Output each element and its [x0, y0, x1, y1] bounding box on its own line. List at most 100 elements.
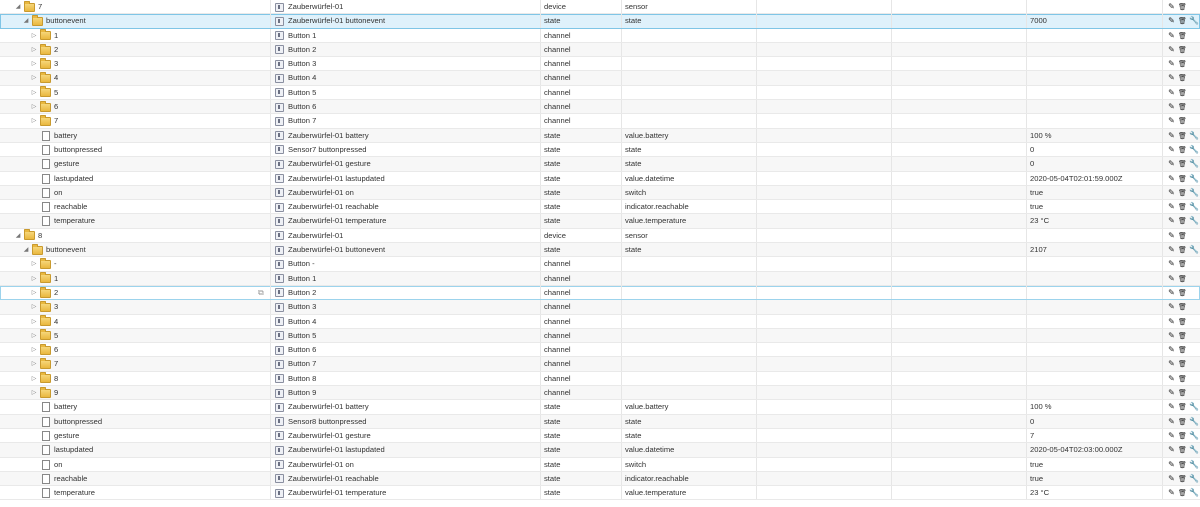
- tree-row[interactable]: reachable Zauberwürfel-01 reachable state i…: [0, 471, 1200, 487]
- trash-icon[interactable]: 🗑: [1178, 173, 1187, 185]
- pencil-icon[interactable]: ✎: [1167, 214, 1176, 227]
- trash-icon[interactable]: 🗑: [1178, 58, 1187, 70]
- wrench-icon[interactable]: 🔧: [1189, 143, 1199, 156]
- pencil-icon[interactable]: ✎: [1167, 443, 1176, 456]
- wrench-icon[interactable]: 🔧: [1189, 157, 1199, 170]
- tree-row[interactable]: ▷ 6 Button 6 channel ✎ 🗑: [0, 100, 1200, 115]
- pencil-icon[interactable]: ✎: [1167, 29, 1176, 42]
- tree-row[interactable]: ▷ 1 Button 1 channel ✎ 🗑: [0, 28, 1200, 43]
- pencil-icon[interactable]: ✎: [1167, 57, 1176, 70]
- expand-toggle-icon[interactable]: ▷: [30, 343, 38, 356]
- tree-row[interactable]: buttonpressed Sensor8 buttonpressed state s…: [0, 414, 1200, 429]
- tree-row[interactable]: temperature Zauberwürfel-01 temperature st…: [0, 214, 1200, 229]
- trash-icon[interactable]: 🗑: [1178, 115, 1187, 127]
- trash-icon[interactable]: 🗑: [1178, 258, 1187, 270]
- trash-icon[interactable]: 🗑: [1178, 273, 1187, 285]
- tree-row[interactable]: ▷ - Button - channel ✎ 🗑: [0, 257, 1200, 272]
- pencil-icon[interactable]: ✎: [1167, 243, 1176, 256]
- pencil-icon[interactable]: ✎: [1167, 186, 1176, 199]
- pencil-icon[interactable]: ✎: [1167, 0, 1176, 13]
- tree-row[interactable]: ◢ buttonevent Zauberwürfel-01 buttonevent s…: [0, 14, 1200, 29]
- trash-icon[interactable]: 🗑: [1178, 487, 1187, 499]
- trash-icon[interactable]: 🗑: [1178, 473, 1187, 485]
- trash-icon[interactable]: 🗑: [1178, 430, 1187, 442]
- expand-toggle-icon[interactable]: ▷: [30, 57, 38, 70]
- expand-toggle-icon[interactable]: ▷: [30, 29, 38, 42]
- pencil-icon[interactable]: ✎: [1167, 286, 1176, 299]
- collapse-toggle-icon[interactable]: ◢: [14, 0, 22, 13]
- pencil-icon[interactable]: ✎: [1167, 114, 1176, 127]
- expand-toggle-icon[interactable]: ▷: [30, 257, 38, 270]
- pencil-icon[interactable]: ✎: [1167, 386, 1176, 399]
- tree-row[interactable]: battery Zauberwürfel-01 battery state value…: [0, 400, 1200, 415]
- trash-icon[interactable]: 🗑: [1178, 358, 1187, 370]
- trash-icon[interactable]: 🗑: [1178, 244, 1187, 256]
- trash-icon[interactable]: 🗑: [1178, 287, 1187, 299]
- pencil-icon[interactable]: ✎: [1167, 43, 1176, 56]
- trash-icon[interactable]: 🗑: [1178, 459, 1187, 471]
- tree-row[interactable]: reachable Zauberwürfel-01 reachable state i…: [0, 200, 1200, 215]
- wrench-icon[interactable]: 🔧: [1189, 443, 1199, 456]
- expand-toggle-icon[interactable]: ▷: [30, 357, 38, 370]
- collapse-toggle-icon[interactable]: ◢: [22, 243, 30, 256]
- trash-icon[interactable]: 🗑: [1178, 144, 1187, 156]
- tree-row[interactable]: ▷ 7 Button 7 channel ✎ 🗑: [0, 114, 1200, 129]
- pencil-icon[interactable]: ✎: [1167, 229, 1176, 242]
- trash-icon[interactable]: 🗑: [1178, 344, 1187, 356]
- tree-row[interactable]: ◢ buttonevent Zauberwürfel-01 buttonevent s…: [0, 243, 1200, 258]
- wrench-icon[interactable]: 🔧: [1189, 458, 1199, 471]
- pencil-icon[interactable]: ✎: [1167, 100, 1176, 113]
- trash-icon[interactable]: 🗑: [1178, 187, 1187, 199]
- tree-row[interactable]: ▷ 4 Button 4 channel ✎ 🗑: [0, 314, 1200, 329]
- wrench-icon[interactable]: 🔧: [1189, 486, 1199, 499]
- wrench-icon[interactable]: 🔧: [1189, 415, 1199, 428]
- tree-row[interactable]: ▷ 8 Button 8 channel ✎ 🗑: [0, 371, 1200, 387]
- trash-icon[interactable]: 🗑: [1178, 230, 1187, 242]
- pencil-icon[interactable]: ✎: [1167, 315, 1176, 328]
- trash-icon[interactable]: 🗑: [1178, 416, 1187, 428]
- tree-row[interactable]: ▷ 5 Button 5 channel ✎ 🗑: [0, 328, 1200, 344]
- wrench-icon[interactable]: 🔧: [1189, 200, 1199, 213]
- expand-toggle-icon[interactable]: ▷: [30, 300, 38, 313]
- trash-icon[interactable]: 🗑: [1178, 316, 1187, 328]
- tree-row[interactable]: ▷ 6 Button 6 channel ✎ 🗑: [0, 343, 1200, 358]
- pencil-icon[interactable]: ✎: [1167, 343, 1176, 356]
- tree-row[interactable]: battery Zauberwürfel-01 battery state value…: [0, 128, 1200, 143]
- collapse-toggle-icon[interactable]: ◢: [14, 229, 22, 242]
- tree-row[interactable]: temperature Zauberwürfel-01 temperature st…: [0, 486, 1200, 501]
- expand-toggle-icon[interactable]: ▷: [30, 114, 38, 127]
- pencil-icon[interactable]: ✎: [1167, 157, 1176, 170]
- pencil-icon[interactable]: ✎: [1167, 400, 1176, 413]
- expand-toggle-icon[interactable]: ▷: [30, 100, 38, 113]
- wrench-icon[interactable]: 🔧: [1189, 14, 1199, 27]
- wrench-icon[interactable]: 🔧: [1189, 129, 1199, 142]
- wrench-icon[interactable]: 🔧: [1189, 429, 1199, 442]
- pencil-icon[interactable]: ✎: [1167, 357, 1176, 370]
- expand-toggle-icon[interactable]: ▷: [30, 329, 38, 342]
- tree-row[interactable]: ▷ 4 Button 4 channel ✎ 🗑: [0, 71, 1200, 86]
- expand-toggle-icon[interactable]: ▷: [30, 372, 38, 385]
- pencil-icon[interactable]: ✎: [1167, 329, 1176, 342]
- pencil-icon[interactable]: ✎: [1167, 86, 1176, 99]
- wrench-icon[interactable]: 🔧: [1189, 214, 1199, 227]
- trash-icon[interactable]: 🗑: [1178, 30, 1187, 42]
- trash-icon[interactable]: 🗑: [1178, 15, 1187, 27]
- pencil-icon[interactable]: ✎: [1167, 429, 1176, 442]
- trash-icon[interactable]: 🗑: [1178, 215, 1187, 227]
- pencil-icon[interactable]: ✎: [1167, 129, 1176, 142]
- trash-icon[interactable]: 🗑: [1178, 201, 1187, 213]
- trash-icon[interactable]: 🗑: [1178, 130, 1187, 142]
- expand-toggle-icon[interactable]: ▷: [30, 386, 38, 399]
- trash-icon[interactable]: 🗑: [1178, 401, 1187, 413]
- trash-icon[interactable]: 🗑: [1178, 373, 1187, 385]
- trash-icon[interactable]: 🗑: [1178, 72, 1187, 84]
- pencil-icon[interactable]: ✎: [1167, 143, 1176, 156]
- tree-row[interactable]: gesture Zauberwürfel-01 gesture state state…: [0, 428, 1200, 444]
- trash-icon[interactable]: 🗑: [1178, 330, 1187, 342]
- tree-row[interactable]: ▷ 2 Button 2 channel ✎ 🗑: [0, 42, 1200, 58]
- trash-icon[interactable]: 🗑: [1178, 444, 1187, 456]
- pencil-icon[interactable]: ✎: [1167, 14, 1176, 27]
- trash-icon[interactable]: 🗑: [1178, 301, 1187, 313]
- collapse-toggle-icon[interactable]: ◢: [22, 14, 30, 27]
- tree-row[interactable]: ▷ 9 Button 9 channel ✎ 🗑: [0, 386, 1200, 401]
